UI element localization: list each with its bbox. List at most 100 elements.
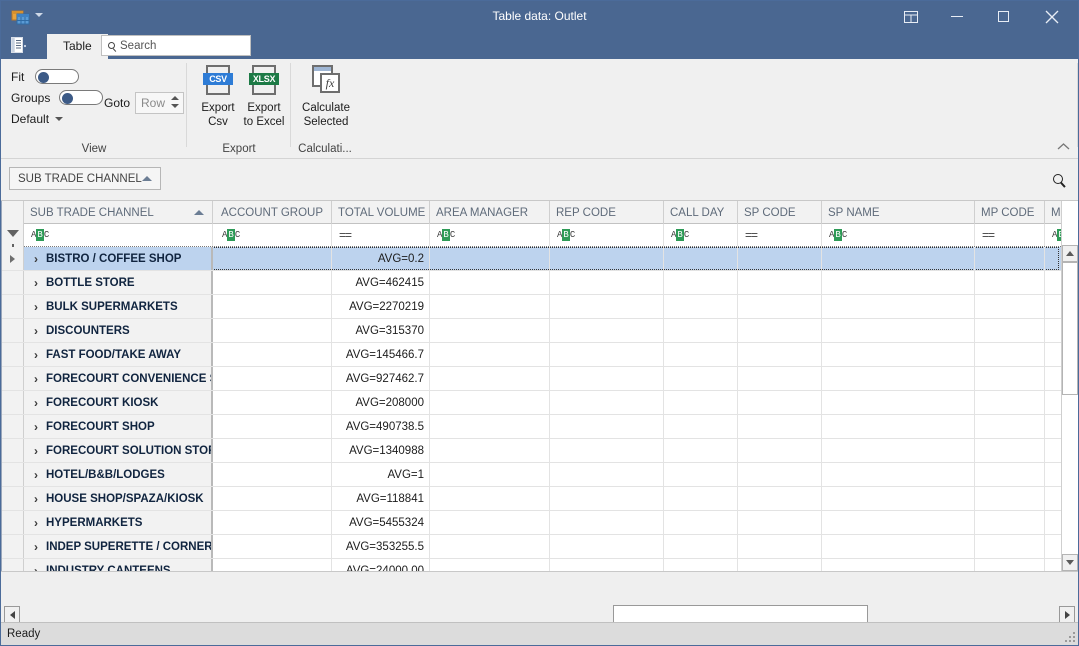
scroll-right-icon[interactable] xyxy=(1059,606,1075,623)
expand-group-icon[interactable]: › xyxy=(34,516,38,530)
table-row[interactable]: ›BULK SUPERMARKETSAVG=2270219 xyxy=(2,295,1078,319)
cell-rep-code[interactable] xyxy=(550,415,664,438)
cell-sp-name[interactable] xyxy=(822,295,975,318)
cell-sub-trade-channel[interactable]: ›BISTRO / COFFEE SHOP xyxy=(24,247,213,270)
cell-account-group[interactable] xyxy=(215,559,332,571)
cell-area-manager[interactable] xyxy=(430,295,550,318)
cell-rep-code[interactable] xyxy=(550,247,664,270)
column-header-sp-code[interactable]: SP CODE xyxy=(738,201,822,224)
column-header-account-group[interactable]: ACCOUNT GROUP xyxy=(215,201,332,224)
cell-total-volume[interactable]: AVG=927462.7 xyxy=(332,367,430,390)
cell-mp-code[interactable] xyxy=(975,391,1045,414)
cell-call-day[interactable] xyxy=(664,343,738,366)
expand-group-icon[interactable]: › xyxy=(34,420,38,434)
cell-call-day[interactable] xyxy=(664,247,738,270)
cell-call-day[interactable] xyxy=(664,511,738,534)
ribbon-display-options-icon[interactable] xyxy=(888,1,934,32)
cell-rep-code[interactable] xyxy=(550,391,664,414)
scroll-down-icon[interactable] xyxy=(1062,554,1078,571)
vertical-scrollbar-thumb[interactable] xyxy=(1062,262,1078,395)
cell-total-volume[interactable]: AVG=0.2 xyxy=(332,247,430,270)
cell-call-day[interactable] xyxy=(664,367,738,390)
cell-area-manager[interactable] xyxy=(430,487,550,510)
cell-sp-name[interactable] xyxy=(822,487,975,510)
cell-area-manager[interactable] xyxy=(430,511,550,534)
cell-account-group[interactable] xyxy=(215,295,332,318)
cell-sp-code[interactable] xyxy=(738,439,822,462)
cell-mp-code[interactable] xyxy=(975,367,1045,390)
cell-sp-name[interactable] xyxy=(822,247,975,270)
cell-total-volume[interactable]: AVG=353255.5 xyxy=(332,535,430,558)
stepper-arrows[interactable] xyxy=(171,96,179,108)
expand-group-icon[interactable]: › xyxy=(34,300,38,314)
cell-sp-name[interactable] xyxy=(822,439,975,462)
filter-cell-sp-code[interactable]: == xyxy=(738,224,822,246)
filter-cell-account-group[interactable]: ABC xyxy=(215,224,332,246)
cell-sub-trade-channel[interactable]: ›INDEP SUPERETTE / CORNER CAFE xyxy=(24,535,213,558)
column-header-sp-name[interactable]: SP NAME xyxy=(822,201,975,224)
cell-account-group[interactable] xyxy=(215,535,332,558)
group-by-chip-sub-trade-channel[interactable]: SUB TRADE CHANNEL xyxy=(9,167,161,190)
cell-account-group[interactable] xyxy=(215,391,332,414)
table-row[interactable]: ›FAST FOOD/TAKE AWAYAVG=145466.7 xyxy=(2,343,1078,367)
cell-sp-name[interactable] xyxy=(822,559,975,571)
expand-group-icon[interactable]: › xyxy=(34,276,38,290)
filter-cell-sub-trade-channel[interactable]: ABC xyxy=(24,224,213,246)
table-row[interactable]: ›HOUSE SHOP/SPAZA/KIOSKAVG=118841 xyxy=(2,487,1078,511)
cell-account-group[interactable] xyxy=(215,271,332,294)
cell-sp-name[interactable] xyxy=(822,319,975,342)
filter-cell-call-day[interactable]: ABC xyxy=(664,224,738,246)
sort-ascending-icon[interactable] xyxy=(194,210,204,215)
cell-total-volume[interactable]: AVG=315370 xyxy=(332,319,430,342)
cell-sp-code[interactable] xyxy=(738,271,822,294)
expand-group-icon[interactable]: › xyxy=(34,396,38,410)
scroll-up-icon[interactable] xyxy=(1062,245,1078,262)
cell-sub-trade-channel[interactable]: ›FAST FOOD/TAKE AWAY xyxy=(24,343,213,366)
cell-sub-trade-channel[interactable]: ›BOTTLE STORE xyxy=(24,271,213,294)
cell-call-day[interactable] xyxy=(664,487,738,510)
cell-sub-trade-channel[interactable]: ›HYPERMARKETS xyxy=(24,511,213,534)
expand-group-icon[interactable]: › xyxy=(34,252,38,266)
table-row[interactable]: ›DISCOUNTERSAVG=315370 xyxy=(2,319,1078,343)
cell-call-day[interactable] xyxy=(664,271,738,294)
cell-sub-trade-channel[interactable]: ›FORECOURT SOLUTION STORE xyxy=(24,439,213,462)
cell-sp-code[interactable] xyxy=(738,487,822,510)
cell-total-volume[interactable]: AVG=5455324 xyxy=(332,511,430,534)
groups-toggle[interactable] xyxy=(59,90,103,105)
expand-group-icon[interactable]: › xyxy=(34,564,38,572)
cell-total-volume[interactable]: AVG=1 xyxy=(332,463,430,486)
cell-sp-name[interactable] xyxy=(822,271,975,294)
cell-area-manager[interactable] xyxy=(430,247,550,270)
expand-group-icon[interactable]: › xyxy=(34,468,38,482)
cell-call-day[interactable] xyxy=(664,559,738,571)
cell-sp-code[interactable] xyxy=(738,343,822,366)
table-row[interactable]: ›INDEP SUPERETTE / CORNER CAFE AVG=353255… xyxy=(2,535,1078,559)
cell-account-group[interactable] xyxy=(215,343,332,366)
cell-call-day[interactable] xyxy=(664,439,738,462)
cell-mp-code[interactable] xyxy=(975,511,1045,534)
table-row[interactable]: ›HYPERMARKETS AVG=5455324 xyxy=(2,511,1078,535)
cell-account-group[interactable] xyxy=(215,367,332,390)
filter-cell-mp-code[interactable]: == xyxy=(975,224,1045,246)
cell-sp-name[interactable] xyxy=(822,367,975,390)
cell-account-group[interactable] xyxy=(215,487,332,510)
export-csv-button[interactable]: CSV Export Csv xyxy=(193,65,243,129)
filter-cell-sp-name[interactable]: ABC xyxy=(822,224,975,246)
cell-sp-code[interactable] xyxy=(738,319,822,342)
cell-mp-code[interactable] xyxy=(975,535,1045,558)
expand-group-icon[interactable]: › xyxy=(34,492,38,506)
tab-table[interactable]: Table xyxy=(47,34,108,59)
cell-sp-name[interactable] xyxy=(822,535,975,558)
cell-total-volume[interactable]: AVG=1340988 xyxy=(332,439,430,462)
table-row[interactable]: ›HOTEL/B&B/LODGESAVG=1 xyxy=(2,463,1078,487)
cell-mp-code[interactable] xyxy=(975,319,1045,342)
cell-mp-code[interactable] xyxy=(975,439,1045,462)
column-header-sub-trade-channel[interactable]: SUB TRADE CHANNEL xyxy=(24,201,213,224)
cell-rep-code[interactable] xyxy=(550,343,664,366)
cell-mp-code[interactable] xyxy=(975,295,1045,318)
table-row[interactable]: ›BISTRO / COFFEE SHOP AVG=0.2 xyxy=(2,247,1078,271)
expand-group-icon[interactable]: › xyxy=(34,540,38,554)
cell-call-day[interactable] xyxy=(664,415,738,438)
cell-mp-code[interactable] xyxy=(975,415,1045,438)
vertical-scrollbar[interactable] xyxy=(1061,201,1078,571)
